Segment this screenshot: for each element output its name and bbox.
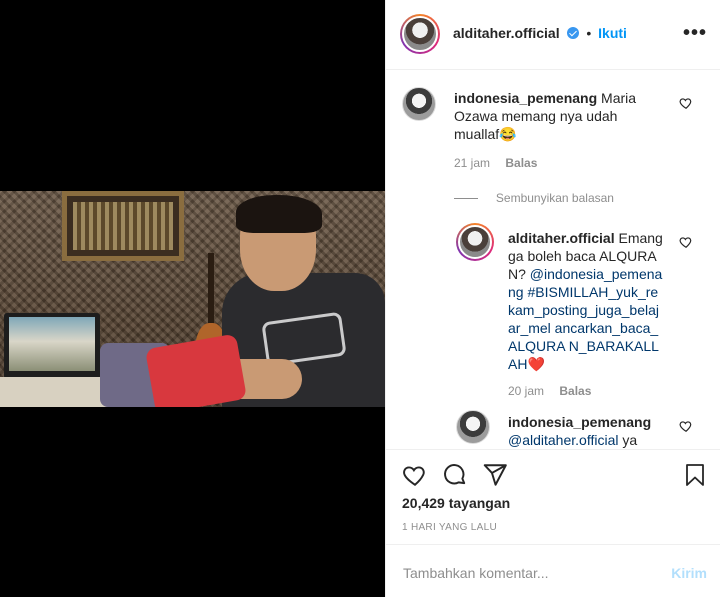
- verified-icon: [567, 27, 580, 39]
- bookmark-icon[interactable]: [683, 462, 707, 488]
- post-media[interactable]: [0, 0, 385, 597]
- reply-text: alditaher.official Emang ga boleh baca A…: [508, 229, 664, 373]
- comment-text: indonesia_pemenang @alditaher.official y…: [508, 413, 668, 449]
- post-sidebar: alditaher.official • Ikuti ••• indonesia…: [385, 0, 720, 597]
- toggle-replies-label: Sembunyikan balasan: [495, 191, 614, 205]
- heart-icon[interactable]: [679, 96, 693, 110]
- more-icon[interactable]: •••: [683, 22, 707, 45]
- video-player[interactable]: [0, 191, 385, 407]
- comment-icon[interactable]: [442, 462, 468, 488]
- heart-icon[interactable]: [402, 462, 428, 488]
- add-comment-bar: Tambahkan komentar... Kirim: [386, 544, 720, 596]
- reply-button[interactable]: Balas: [505, 156, 537, 170]
- wall-calligraphy: [62, 191, 184, 261]
- header-separator: •: [586, 25, 592, 41]
- reply-emoji: ❤️: [527, 356, 545, 372]
- commenter-avatar[interactable]: [402, 87, 436, 121]
- comment-input[interactable]: Tambahkan komentar...: [403, 565, 549, 581]
- comment-time: 21 jam: [454, 156, 491, 170]
- comment-body: ya: [622, 432, 638, 448]
- comment-username[interactable]: indonesia_pemenang: [454, 90, 597, 106]
- author-avatar[interactable]: [400, 14, 440, 54]
- view-count[interactable]: 20,429 tayangan: [402, 495, 510, 511]
- author-username[interactable]: alditaher.official: [453, 25, 560, 41]
- reply-username[interactable]: alditaher.official: [508, 230, 615, 246]
- reply-button[interactable]: Balas: [559, 384, 591, 398]
- divider-line: [454, 197, 478, 199]
- follow-button[interactable]: Ikuti: [598, 25, 627, 41]
- person: [212, 195, 385, 407]
- post-date[interactable]: 1 HARI YANG LALU: [402, 522, 497, 533]
- laptop: [4, 313, 100, 379]
- comment-meta: 21 jam Balas: [454, 156, 537, 170]
- comments-list[interactable]: indonesia_pemenang Maria Ozawa memang ny…: [386, 71, 720, 449]
- comment-text: indonesia_pemenang Maria Ozawa memang ny…: [454, 89, 654, 143]
- share-icon[interactable]: [482, 462, 508, 488]
- toggle-replies[interactable]: Sembunyikan balasan: [454, 189, 614, 205]
- post-comment-button[interactable]: Kirim: [671, 565, 707, 581]
- instagram-post-view: alditaher.official • Ikuti ••• indonesia…: [0, 0, 720, 597]
- reply-avatar[interactable]: [456, 223, 494, 261]
- comment-mention[interactable]: @alditaher.official: [508, 432, 618, 448]
- post-header: alditaher.official • Ikuti •••: [386, 0, 720, 70]
- commenter-avatar[interactable]: [456, 410, 490, 444]
- comment-username[interactable]: indonesia_pemenang: [508, 413, 668, 431]
- reply-time: 20 jam: [508, 384, 545, 398]
- reply-meta: 20 jam Balas: [508, 384, 591, 398]
- heart-icon[interactable]: [679, 419, 693, 433]
- heart-icon[interactable]: [679, 235, 693, 249]
- post-actions: 20,429 tayangan 1 HARI YANG LALU Tambahk…: [386, 449, 720, 595]
